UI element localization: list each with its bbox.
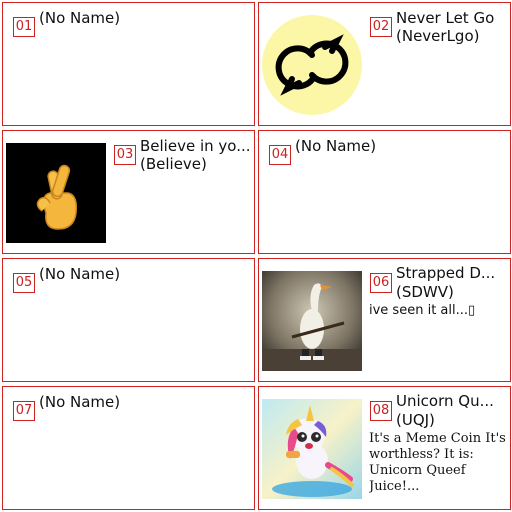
token-description: It's a Meme Coin It's worthless? It is: …	[369, 431, 506, 494]
token-title: (No Name)	[39, 393, 121, 411]
token-image	[262, 15, 362, 115]
token-title: Unicorn Qu...	[396, 392, 494, 410]
card-index-badge: 04	[269, 145, 291, 165]
cartoon-unicorn-splash-icon	[262, 399, 362, 499]
token-ticker: (SDWV)	[396, 283, 454, 301]
token-card-04[interactable]: 04 (No Name)	[258, 130, 511, 254]
token-card-01[interactable]: 01 (No Name)	[2, 2, 255, 126]
card-index-badge: 08	[370, 401, 392, 421]
token-card-02[interactable]: 02 Never Let Go (NeverLgo)	[258, 2, 511, 126]
token-title: Believe in yo...	[140, 137, 251, 155]
token-image	[262, 271, 362, 371]
card-index-badge: 03	[114, 145, 136, 165]
token-image	[262, 399, 362, 499]
token-image	[6, 143, 106, 243]
token-title: (No Name)	[39, 9, 121, 27]
token-card-08[interactable]: 08 Unicorn Qu... (UQJ) It's a Meme Coin …	[258, 386, 511, 510]
token-title: Never Let Go	[396, 9, 495, 27]
token-description: ive seen it all...▯	[369, 303, 476, 318]
token-card-05[interactable]: 05 (No Name)	[2, 258, 255, 382]
card-index-badge: 06	[370, 273, 392, 293]
card-index-badge: 01	[13, 17, 35, 37]
token-ticker: (Believe)	[140, 155, 207, 173]
card-index-badge: 02	[370, 17, 392, 37]
token-title: Strapped D...	[396, 264, 496, 282]
goose-with-rifle-photo-icon	[262, 271, 362, 371]
token-title: (No Name)	[295, 137, 377, 155]
token-ticker: (UQJ)	[396, 411, 435, 429]
token-card-03[interactable]: 03 Believe in yo... (Believe)	[2, 130, 255, 254]
crossed-fingers-emoji-icon	[6, 143, 106, 243]
token-ticker: (NeverLgo)	[396, 27, 480, 45]
card-index-badge: 07	[13, 401, 35, 421]
token-title: (No Name)	[39, 265, 121, 283]
interlocked-rings-logo-icon	[262, 15, 362, 115]
token-card-06[interactable]: 06 Strapped D... (SDWV) ive seen it all.…	[258, 258, 511, 382]
card-index-badge: 05	[13, 273, 35, 293]
token-card-07[interactable]: 07 (No Name)	[2, 386, 255, 510]
